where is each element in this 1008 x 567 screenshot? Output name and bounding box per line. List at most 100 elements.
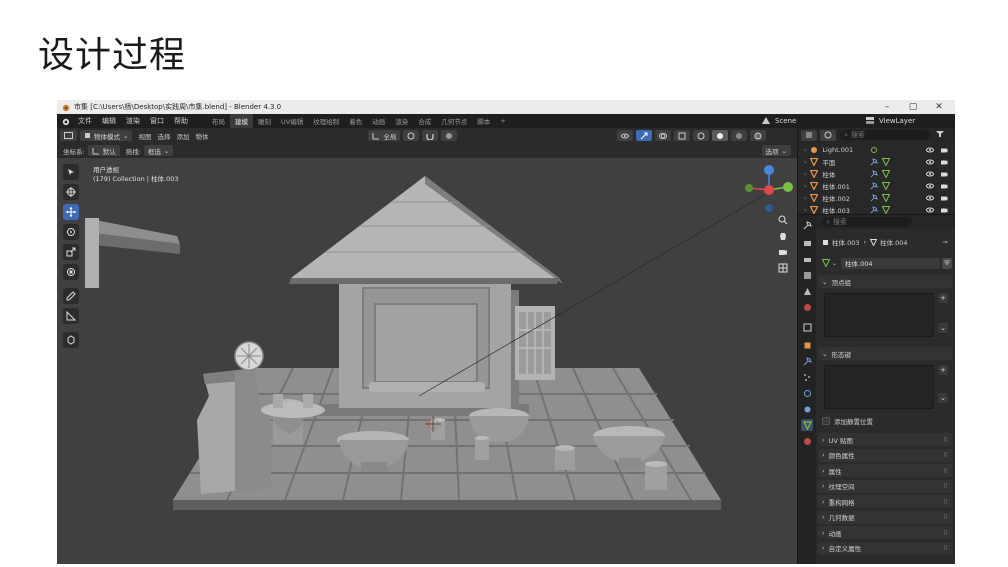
panel-header-uv-maps[interactable]: › UV 贴图 ⠿ bbox=[818, 433, 952, 446]
outliner-row[interactable]: › 柱体.001 bbox=[798, 180, 955, 192]
pivot-point-dropdown[interactable] bbox=[403, 130, 420, 141]
menu-file[interactable]: 文件 bbox=[73, 116, 97, 126]
shading-rendered[interactable] bbox=[750, 130, 767, 141]
visibility-dropdown[interactable] bbox=[617, 130, 634, 141]
menu-add[interactable]: 添加 bbox=[176, 131, 189, 141]
pan-button[interactable] bbox=[775, 228, 791, 244]
outliner-row[interactable]: › 柱体 bbox=[798, 168, 955, 180]
eye-icon[interactable] bbox=[926, 146, 934, 154]
eye-icon[interactable] bbox=[926, 170, 934, 178]
tab-animation[interactable]: 动画 bbox=[367, 114, 390, 128]
menu-object[interactable]: 物体 bbox=[195, 131, 208, 141]
zoom-button[interactable] bbox=[775, 212, 791, 228]
navigation-gizmo[interactable] bbox=[745, 165, 793, 212]
tab-modeling[interactable]: 建模 bbox=[230, 114, 253, 128]
add-shape-key-button[interactable]: + bbox=[938, 365, 948, 375]
physics-tab[interactable] bbox=[801, 387, 813, 399]
chevron-right-icon[interactable]: › bbox=[804, 195, 806, 202]
shading-solid[interactable] bbox=[712, 130, 729, 141]
chevron-right-icon[interactable]: › bbox=[804, 147, 806, 154]
tab-layout[interactable]: 布局 bbox=[207, 114, 230, 128]
view-layer-tab[interactable] bbox=[801, 269, 813, 281]
camera-icon[interactable] bbox=[940, 158, 948, 166]
options-dropdown[interactable]: 选项 ⌄ bbox=[761, 145, 791, 156]
tab-sculpting[interactable]: 雕刻 bbox=[253, 114, 276, 128]
tool-tab[interactable] bbox=[801, 219, 813, 231]
menu-select[interactable]: 选择 bbox=[157, 131, 170, 141]
select-tool-button[interactable] bbox=[63, 164, 79, 180]
shape-keys-list[interactable] bbox=[824, 365, 934, 409]
filter-icon[interactable] bbox=[936, 130, 944, 140]
tab-compositing[interactable]: 合成 bbox=[413, 114, 436, 128]
minimize-button[interactable]: – bbox=[875, 100, 899, 114]
shading-wireframe[interactable] bbox=[693, 130, 710, 141]
drag-handle-icon[interactable]: ⠿ bbox=[943, 482, 948, 490]
constraints-tab[interactable] bbox=[801, 403, 813, 415]
scene-selector[interactable]: Scene bbox=[761, 116, 796, 125]
properties-search-input[interactable]: ⌕ 搜索 bbox=[822, 217, 912, 227]
vertex-groups-panel-header[interactable]: ⌄ 顶点组 bbox=[818, 275, 952, 288]
chevron-right-icon[interactable]: › bbox=[804, 207, 806, 214]
material-tab[interactable] bbox=[801, 435, 813, 447]
add-rest-position-checkbox[interactable] bbox=[822, 417, 830, 425]
3d-viewport[interactable]: 用户透视 (179) Collection | 柱体.003 bbox=[57, 158, 797, 564]
rotate-tool-button[interactable] bbox=[63, 224, 79, 240]
coord-dropdown[interactable]: 默认 bbox=[87, 145, 120, 156]
tab-texture-paint[interactable]: 纹理绘制 bbox=[308, 114, 344, 128]
tab-rendering[interactable]: 渲染 bbox=[390, 114, 413, 128]
collection-tab[interactable] bbox=[801, 321, 813, 333]
menu-view[interactable]: 视图 bbox=[138, 131, 151, 141]
camera-icon[interactable] bbox=[940, 182, 948, 190]
annotate-tool-button[interactable] bbox=[63, 288, 79, 304]
mode-dropdown[interactable]: 物体模式 ⌄ bbox=[80, 130, 133, 141]
menu-window[interactable]: 窗口 bbox=[145, 116, 169, 126]
camera-icon[interactable] bbox=[940, 170, 948, 178]
panel-header-color-attributes[interactable]: › 颜色属性 ⠿ bbox=[818, 448, 952, 462]
eye-icon[interactable] bbox=[926, 158, 934, 166]
panel-header-custom-properties[interactable]: › 自定义属性 ⠿ bbox=[818, 541, 952, 555]
proportional-edit-toggle[interactable] bbox=[441, 130, 458, 141]
ortho-toggle-button[interactable] bbox=[775, 260, 791, 276]
menu-help[interactable]: 帮助 bbox=[169, 116, 193, 126]
object-tab[interactable] bbox=[801, 339, 813, 351]
drag-handle-icon[interactable]: ⠿ bbox=[943, 529, 948, 537]
vertex-group-menu-button[interactable]: ⌄ bbox=[938, 323, 948, 333]
outliner-search-input[interactable]: ⌕ 搜索 bbox=[840, 130, 930, 140]
eye-icon[interactable] bbox=[926, 194, 934, 202]
panel-header-texture-space[interactable]: › 纹理空间 ⠿ bbox=[818, 479, 952, 493]
panel-header-geometry-data[interactable]: › 几何数据 ⠿ bbox=[818, 510, 952, 524]
maximize-button[interactable]: ▢ bbox=[901, 100, 925, 114]
xray-toggle[interactable] bbox=[674, 130, 691, 141]
chevron-right-icon[interactable]: › bbox=[804, 159, 806, 166]
output-tab[interactable] bbox=[801, 253, 813, 265]
drag-handle-icon[interactable]: ⠿ bbox=[943, 498, 948, 506]
snap-toggle[interactable] bbox=[422, 130, 439, 141]
outliner-row[interactable]: › 柱体.002 bbox=[798, 192, 955, 204]
world-tab[interactable] bbox=[801, 301, 813, 313]
drag-handle-icon[interactable]: ⠿ bbox=[943, 513, 948, 521]
add-workspace-button[interactable]: + bbox=[495, 114, 510, 128]
transform-tool-button[interactable] bbox=[63, 264, 79, 280]
chevron-right-icon[interactable]: › bbox=[804, 171, 806, 178]
camera-view-button[interactable] bbox=[775, 244, 791, 260]
gizmo-toggle[interactable] bbox=[636, 130, 653, 141]
overlays-toggle[interactable] bbox=[655, 130, 672, 141]
close-button[interactable]: ✕ bbox=[927, 100, 951, 114]
particles-tab[interactable] bbox=[801, 371, 813, 383]
tab-geometry-nodes[interactable]: 几何节点 bbox=[436, 114, 472, 128]
panel-header-animation[interactable]: › 动画 ⠿ bbox=[818, 526, 952, 539]
panel-header-attributes[interactable]: › 属性 ⠿ bbox=[818, 464, 952, 477]
outliner-row[interactable]: › 平面 bbox=[798, 156, 955, 168]
add-rest-position-row[interactable]: 添加静置位置 bbox=[822, 416, 873, 426]
chevron-right-icon[interactable]: › bbox=[804, 183, 806, 190]
drag-handle-icon[interactable]: ⠿ bbox=[943, 436, 948, 444]
outliner-row[interactable]: › Light.001 bbox=[798, 144, 955, 156]
add-cube-tool-button[interactable] bbox=[63, 332, 79, 348]
view-layer-selector[interactable]: ViewLayer bbox=[865, 116, 915, 125]
tab-scripting[interactable]: 脚本 bbox=[472, 114, 495, 128]
menu-edit[interactable]: 编辑 bbox=[97, 116, 121, 126]
menu-render[interactable]: 渲染 bbox=[121, 116, 145, 126]
drag-handle-icon[interactable]: ⠿ bbox=[943, 544, 948, 552]
drag-handle-icon[interactable]: ⠿ bbox=[943, 451, 948, 459]
tab-shading[interactable]: 着色 bbox=[344, 114, 367, 128]
